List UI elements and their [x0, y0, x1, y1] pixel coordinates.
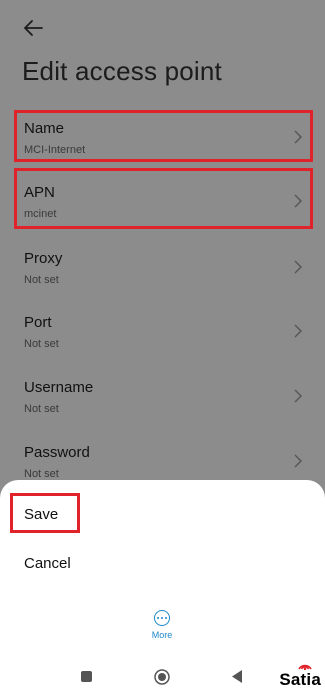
field-value-port: Not set [24, 338, 59, 350]
highlight-box-name [14, 110, 313, 162]
field-label-username: Username [24, 379, 94, 396]
home-icon[interactable] [154, 669, 170, 685]
chevron-right-icon [294, 324, 302, 338]
field-label-port: Port [24, 314, 52, 331]
field-row-port[interactable]: Port Not set [0, 300, 325, 364]
satia-logo: Satia [279, 664, 321, 690]
field-label-proxy: Proxy [24, 250, 63, 267]
back-arrow-icon[interactable] [22, 18, 44, 38]
field-label-password: Password [24, 444, 90, 461]
chevron-right-icon [294, 389, 302, 403]
signal-waves-icon [298, 664, 312, 670]
system-nav-bar: Satia [0, 660, 325, 697]
field-value-password: Not set [24, 468, 59, 480]
field-value-proxy: Not set [24, 274, 59, 286]
more-button[interactable]: More [142, 610, 182, 640]
field-value-username: Not set [24, 403, 59, 415]
more-dots-icon [154, 610, 170, 626]
field-row-username[interactable]: Username Not set [0, 365, 325, 429]
highlight-box-apn [14, 168, 313, 229]
more-label: More [151, 630, 173, 640]
nav-back-icon[interactable] [231, 669, 243, 684]
chevron-right-icon [294, 454, 302, 468]
chevron-right-icon [294, 260, 302, 274]
logo-text: Satia [279, 670, 321, 689]
page-title: Edit access point [22, 56, 222, 86]
field-row-proxy[interactable]: Proxy Not set [0, 236, 325, 300]
highlight-box-save [10, 493, 80, 533]
cancel-button[interactable]: Cancel [24, 555, 71, 572]
recents-icon[interactable] [81, 671, 92, 682]
